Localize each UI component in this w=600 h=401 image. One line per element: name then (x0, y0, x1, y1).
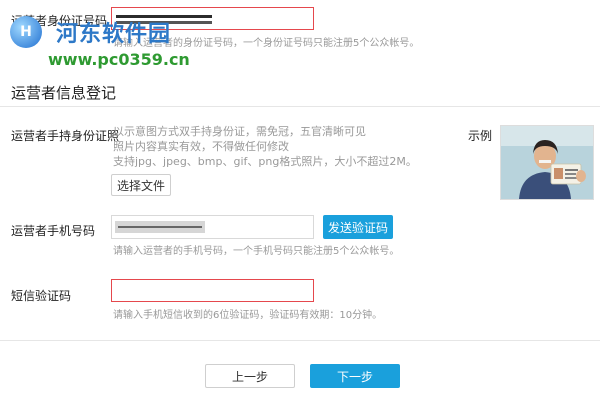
section-divider (0, 106, 600, 107)
site-logo-icon: H (10, 16, 42, 48)
watermark: H 河东软件园 www.pc0359.cn (10, 12, 250, 72)
section-title: 运营者信息登记 (11, 84, 117, 102)
id-photo-requirement-2: 照片内容真实有效，不得做任何修改 (113, 140, 289, 153)
phone-input[interactable] (111, 215, 314, 239)
send-code-button[interactable]: 发送验证码 (323, 215, 393, 239)
sample-photo-illustration (501, 126, 593, 199)
next-step-button[interactable]: 下一步 (310, 364, 400, 388)
sms-code-input[interactable] (111, 279, 314, 302)
choose-file-button[interactable]: 选择文件 (111, 174, 171, 196)
phone-hint: 请输入运营者的手机号码，一个手机号码只能注册5个公众帐号。 (113, 246, 400, 257)
id-photo-label: 运营者手持身份证照 (11, 129, 120, 143)
id-photo-requirement-1: 以示意图方式双手持身份证，需免冠，五官清晰可见 (113, 125, 366, 138)
sms-code-hint: 请输入手机短信收到的6位验证码，验证码有效期：10分钟。 (113, 310, 383, 321)
phone-masked-strip (118, 226, 202, 228)
watermark-site-name: 河东软件园 (56, 22, 172, 47)
footer-divider (0, 340, 600, 341)
phone-label: 运营者手机号码 (11, 224, 96, 238)
sms-code-label: 短信验证码 (11, 289, 72, 303)
id-photo-requirement-3: 支持jpg、jpeg、bmp、gif、png格式照片，大小不超过2M。 (113, 155, 417, 168)
sample-label: 示例 (468, 129, 493, 143)
previous-step-button[interactable]: 上一步 (205, 364, 295, 388)
sample-photo (500, 125, 594, 200)
watermark-url: www.pc0359.cn (48, 50, 190, 69)
